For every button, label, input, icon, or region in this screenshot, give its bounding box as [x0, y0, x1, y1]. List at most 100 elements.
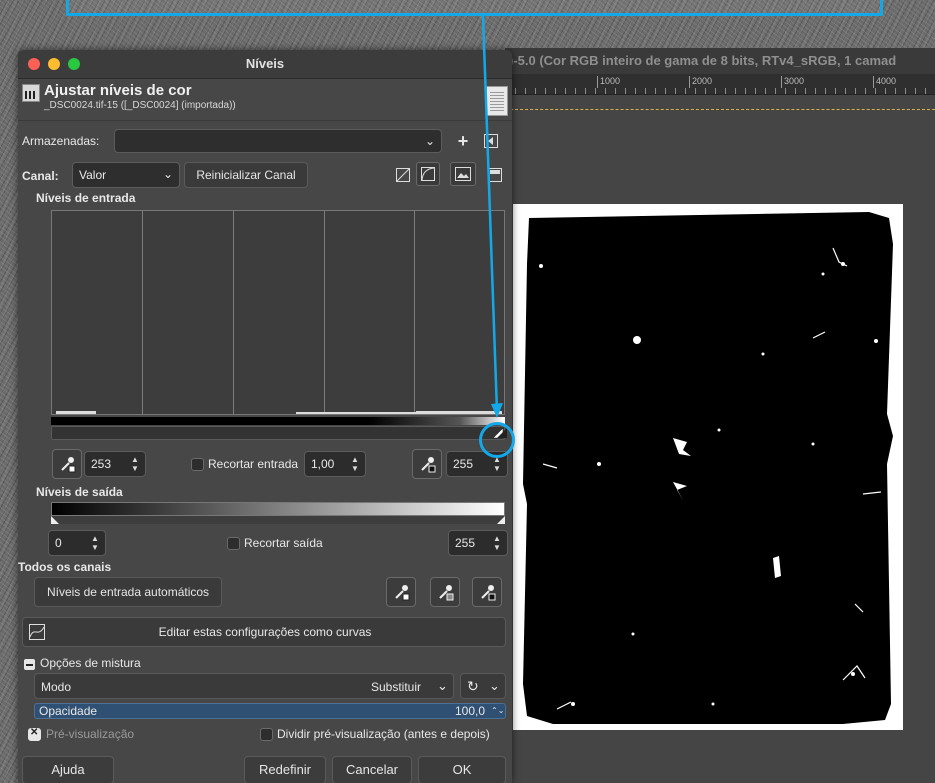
channel-value: Valor: [79, 168, 107, 182]
presets-combo[interactable]: ⌄: [114, 129, 442, 153]
preview-checkbox[interactable]: [28, 727, 41, 741]
divider: [18, 120, 512, 121]
add-preset-button[interactable]: +: [452, 130, 474, 152]
picker-mode-button[interactable]: [450, 162, 476, 186]
channel-label: Canal:: [22, 169, 59, 183]
input-histogram[interactable]: [51, 210, 505, 415]
channel-combo[interactable]: Valor ⌄: [72, 162, 180, 188]
pick-black-point-button[interactable]: [52, 449, 82, 479]
auto-white-picker-button[interactable]: [472, 577, 502, 607]
output-levels-slider[interactable]: [51, 516, 505, 524]
image-canvas[interactable]: [513, 204, 903, 730]
header-title: Ajustar níveis de cor: [44, 82, 192, 99]
menu-arrow-icon: [484, 134, 498, 148]
preset-menu-button[interactable]: [480, 130, 502, 152]
document-image: [523, 212, 893, 724]
eyedropper-gray-icon: [439, 585, 454, 601]
eyedropper-white-icon: [481, 585, 496, 601]
eyedropper-black-icon: [61, 457, 76, 473]
gamma-value: 1,00: [311, 457, 335, 471]
gamma-spin[interactable]: 1,00 ▲ ▼: [304, 451, 366, 477]
blend-options-label[interactable]: Opções de mistura: [40, 656, 141, 670]
opacity-slider[interactable]: Opacidade 100,0 ⌃⌄: [34, 703, 506, 719]
spin-arrows-icon[interactable]: ▲ ▼: [491, 531, 503, 555]
ruler-label-2000: 2000: [689, 76, 712, 88]
split-preview-label: Dividir pré-visualização (antes e depois…: [277, 727, 490, 741]
chevron-down-icon: ⌄: [162, 167, 173, 181]
clip-input-label: Recortar entrada: [208, 457, 299, 471]
linear-histogram-button[interactable]: [392, 164, 414, 186]
output-gradient-bar: [51, 502, 505, 516]
spin-arrows-icon[interactable]: ▲ ▼: [129, 452, 141, 476]
histogram-data: [416, 411, 502, 414]
split-preview-checkbox[interactable]: [260, 728, 273, 741]
clip-output-checkbox[interactable]: [227, 537, 240, 550]
ruler-ticks: [505, 88, 935, 94]
ok-button[interactable]: OK: [418, 756, 506, 783]
auto-input-levels-button[interactable]: Níveis de entrada automáticos: [34, 577, 222, 607]
horizontal-ruler[interactable]: 1000 2000 3000 4000: [505, 74, 935, 95]
reset-channel-button[interactable]: Reinicializar Canal: [184, 162, 308, 188]
input-high-value: 255: [453, 457, 474, 471]
plus-icon: +: [457, 131, 469, 151]
split-view-button[interactable]: [484, 164, 506, 186]
help-button[interactable]: Ajuda: [22, 756, 114, 783]
spin-arrows-icon[interactable]: ▲ ▼: [89, 531, 101, 555]
input-low-value: 253: [91, 457, 112, 471]
histogram-grid-line: [414, 211, 415, 414]
composite-mode-button[interactable]: ↻ ⌄: [460, 673, 506, 699]
edit-as-curves-label: Editar estas configurações como curvas: [158, 625, 372, 639]
log-histogram-button[interactable]: [416, 162, 440, 186]
spin-arrows-icon[interactable]: ▲ ▼: [349, 452, 361, 476]
opacity-value: 100,0: [455, 704, 486, 718]
ruler-label-4000: 4000: [873, 76, 896, 88]
clip-input-checkbox[interactable]: [191, 458, 204, 471]
reset-button[interactable]: Redefinir: [244, 756, 326, 783]
pick-white-point-button[interactable]: [412, 449, 442, 479]
output-low-value: 0: [55, 536, 62, 550]
mode-row[interactable]: Modo Substituir ⌄: [34, 673, 454, 699]
histogram-grid-line: [233, 211, 234, 414]
output-low-handle-icon[interactable]: [51, 516, 59, 524]
composite-space-icon: ↻: [467, 678, 479, 694]
histogram-grid-line: [142, 211, 143, 414]
eyedropper-black-icon: [395, 585, 410, 601]
header-subtitle: _DSC0024.tif-15 ([_DSC0024] (importada)): [44, 100, 236, 111]
clip-output-label: Recortar saída: [244, 536, 323, 550]
input-levels-slider[interactable]: [51, 426, 507, 440]
input-low-spin[interactable]: 253 ▲ ▼: [84, 451, 146, 477]
ruler-label-1000: 1000: [597, 76, 620, 88]
split-view-icon: [488, 168, 502, 182]
presets-label: Armazenadas:: [22, 134, 100, 148]
histogram-data: [56, 411, 96, 414]
dialog-titlebar[interactable]: Níveis: [18, 50, 512, 79]
dialog-header: Ajustar níveis de cor _DSC0024.tif-15 ([…: [18, 80, 512, 120]
levels-dialog: Níveis Ajustar níveis de cor _DSC0024.ti…: [18, 50, 512, 783]
annotation-highlight-box: [66, 0, 883, 16]
log-histogram-icon: [421, 167, 435, 181]
histogram-grid-line: [324, 211, 325, 414]
output-low-spin[interactable]: 0 ▲ ▼: [48, 530, 106, 556]
collapse-blend-options-icon[interactable]: [24, 659, 35, 670]
output-high-value: 255: [455, 536, 476, 550]
all-channels-label: Todos os canais: [18, 560, 112, 574]
image-window-title: )-5.0 (Cor RGB inteiro de gama de 8 bits…: [505, 48, 935, 74]
output-high-spin[interactable]: 255 ▲ ▼: [448, 530, 508, 556]
output-levels-label: Níveis de saída: [36, 485, 123, 499]
spin-arrows-icon[interactable]: ⌃⌄: [491, 704, 504, 718]
input-levels-label: Níveis de entrada: [36, 191, 136, 205]
output-high-handle-icon[interactable]: [497, 516, 505, 524]
cancel-button[interactable]: Cancelar: [332, 756, 412, 783]
histogram-data: [296, 412, 416, 414]
auto-black-picker-button[interactable]: [386, 577, 416, 607]
mode-label: Modo: [41, 680, 72, 694]
edit-as-curves-button[interactable]: Editar estas configurações como curvas: [22, 617, 506, 647]
linear-histogram-icon: [396, 168, 410, 182]
mode-value: Substituir: [371, 680, 422, 694]
eyedropper-white-icon: [421, 457, 436, 473]
dialog-title: Níveis: [245, 56, 285, 71]
image-thumbnail: [486, 86, 508, 116]
auto-gray-picker-button[interactable]: [430, 577, 460, 607]
layer-boundary: [505, 109, 935, 110]
chevron-down-icon: ⌄: [437, 678, 448, 693]
